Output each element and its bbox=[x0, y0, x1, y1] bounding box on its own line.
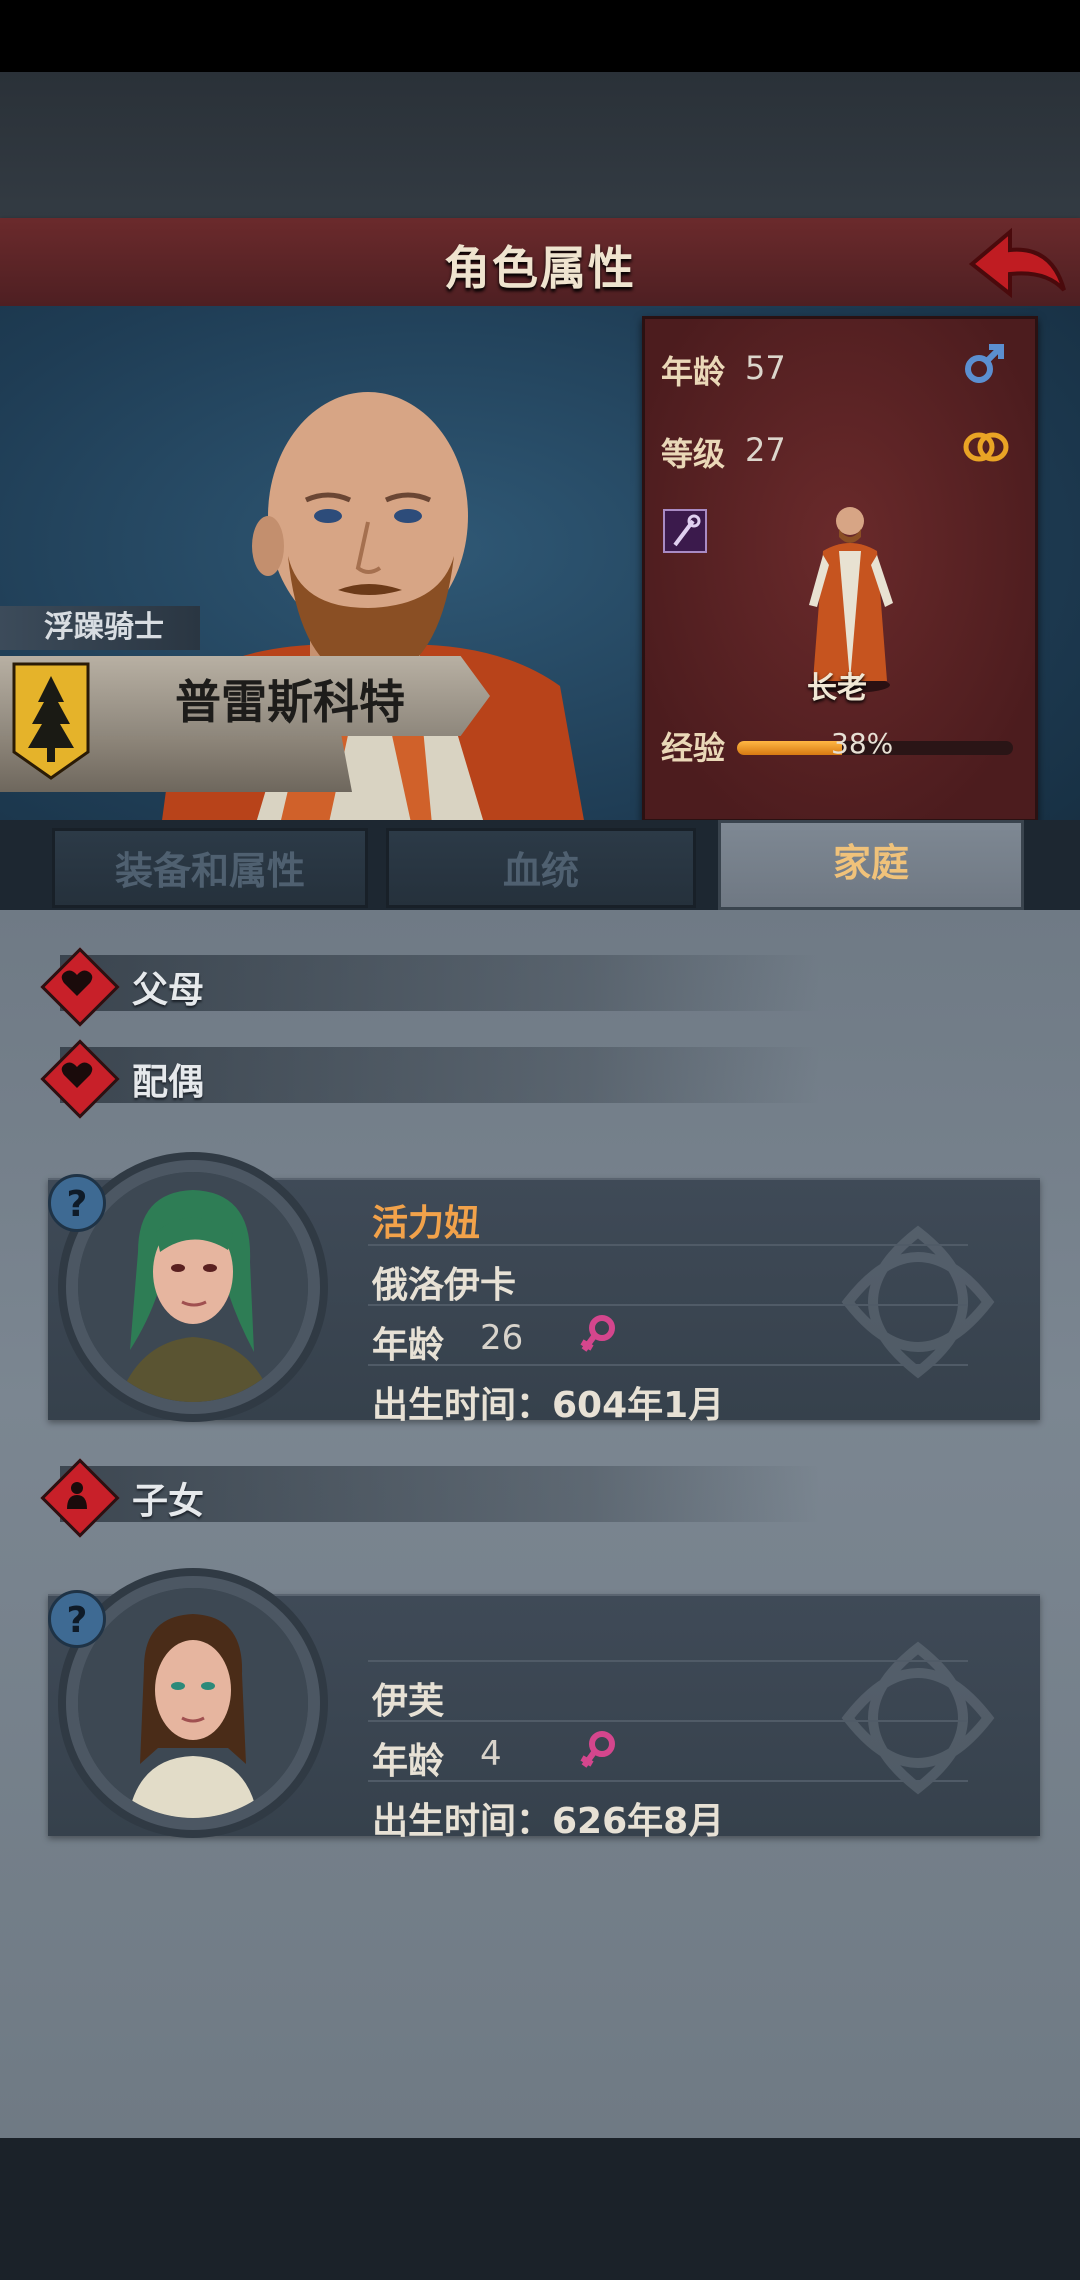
wedding-rings-icon bbox=[963, 432, 1009, 462]
character-title: 浮躁骑士 bbox=[0, 606, 200, 650]
spouse-name: 俄洛伊卡 bbox=[372, 1265, 517, 1306]
divider bbox=[368, 1720, 968, 1722]
page-title: 角色属性 bbox=[444, 241, 636, 295]
section-spouse-label: 配偶 bbox=[132, 1062, 205, 1103]
spouse-age-label: 年龄 bbox=[372, 1325, 445, 1366]
stats-panel: 年龄 57 等级 27 长老 经验 38% bbox=[642, 316, 1038, 822]
tab-bloodline[interactable]: 血统 bbox=[386, 828, 696, 908]
house-banner-icon bbox=[12, 662, 90, 780]
child-card[interactable]: ? 伊芙 年龄 4 出生时间：626年8月 bbox=[48, 1568, 1040, 1842]
spouse-avatar[interactable] bbox=[78, 1172, 308, 1402]
spouse-card[interactable]: ? 活力妞 俄洛伊卡 年龄 26 出生时间：604年1月 bbox=[48, 1152, 1040, 1426]
level-label: 等级 bbox=[661, 435, 726, 473]
section-children[interactable]: 子女 bbox=[0, 1458, 820, 1538]
class-name: 长老 bbox=[807, 671, 867, 706]
header-backdrop bbox=[0, 72, 1080, 222]
divider bbox=[368, 1780, 968, 1782]
character-name: 普雷斯科特 bbox=[175, 675, 405, 729]
divider bbox=[368, 1364, 968, 1366]
child-avatar[interactable] bbox=[78, 1588, 308, 1818]
spouse-birth: 出生时间：604年1月 bbox=[372, 1385, 725, 1426]
section-spouse[interactable]: 配偶 bbox=[0, 1039, 820, 1119]
exp-label: 经验 bbox=[661, 729, 726, 767]
help-icon[interactable]: ? bbox=[48, 1174, 106, 1232]
divider bbox=[368, 1660, 968, 1662]
exp-bar-fill bbox=[737, 741, 842, 755]
male-icon bbox=[965, 344, 1004, 383]
family-content: 父母 配偶 ? 活力妞 俄洛伊卡 年龄 26 出生时间：604年1月 子女 ? … bbox=[0, 910, 1080, 2138]
section-parents[interactable]: 父母 bbox=[0, 947, 820, 1027]
help-icon[interactable]: ? bbox=[48, 1590, 106, 1648]
age-label: 年龄 bbox=[661, 353, 726, 391]
tab-family[interactable]: 家庭 bbox=[718, 820, 1024, 910]
heart-icon bbox=[61, 970, 93, 996]
back-arrow-icon[interactable] bbox=[966, 224, 1070, 304]
status-bar bbox=[0, 0, 1080, 72]
level-value: 27 bbox=[745, 431, 786, 469]
exp-percent: 38% bbox=[831, 727, 894, 760]
female-icon bbox=[580, 1731, 615, 1768]
child-age-label: 年龄 bbox=[372, 1741, 445, 1782]
child-name: 伊芙 bbox=[372, 1681, 445, 1722]
female-icon bbox=[580, 1315, 615, 1352]
section-children-label: 子女 bbox=[132, 1481, 205, 1522]
heart-icon bbox=[61, 1062, 93, 1088]
tab-equipment[interactable]: 装备和属性 bbox=[52, 828, 368, 908]
child-icon bbox=[67, 1482, 87, 1509]
staff-skill-icon[interactable] bbox=[663, 509, 707, 553]
title-bar: 角色属性 bbox=[0, 218, 1080, 310]
spouse-age: 26 bbox=[480, 1318, 524, 1358]
navigation-bar bbox=[0, 2138, 1080, 2280]
tabs-row: 装备和属性 血统 家庭 bbox=[0, 820, 1080, 910]
section-parents-label: 父母 bbox=[132, 970, 205, 1011]
child-birth: 出生时间：626年8月 bbox=[372, 1801, 725, 1842]
age-value: 57 bbox=[745, 349, 786, 387]
child-age: 4 bbox=[480, 1734, 502, 1774]
spouse-nickname: 活力妞 bbox=[372, 1203, 481, 1244]
